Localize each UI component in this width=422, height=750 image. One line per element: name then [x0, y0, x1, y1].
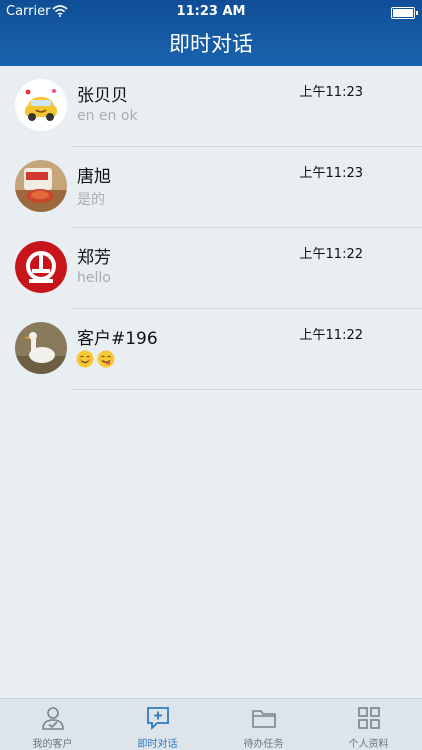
folder-icon	[252, 710, 276, 728]
message-preview: hello	[77, 270, 111, 286]
food-photo-avatar-icon	[15, 160, 67, 212]
contact-name: 客户#196	[77, 329, 158, 349]
contact-name: 唐旭	[77, 167, 111, 187]
goose-photo-avatar-icon	[15, 322, 67, 374]
avatar	[15, 241, 67, 293]
contact-name: 郑芳	[77, 248, 111, 268]
car-avatar-icon	[15, 79, 67, 131]
battery-icon	[391, 7, 418, 19]
top-bar: Carrier 11:23 AM 即时对话	[0, 0, 422, 66]
tab-bar: 我的客户 即时对话 待办任务 个人资料	[0, 698, 422, 750]
message-time: 上午11:23	[299, 166, 363, 181]
smiling-face-icon	[76, 350, 94, 368]
avatar	[15, 322, 67, 374]
status-time: 11:23 AM	[176, 4, 246, 19]
tab-instant-chat[interactable]: 即时对话	[105, 699, 210, 750]
page-title: 即时对话	[169, 32, 253, 56]
conversation-row[interactable]: 张贝贝 上午11:23 en en ok	[0, 66, 422, 147]
status-bar: Carrier 11:23 AM	[0, 3, 422, 21]
railway-logo-avatar-icon	[15, 241, 67, 293]
avatar	[15, 79, 67, 131]
message-preview: en en ok	[77, 108, 138, 124]
message-time: 上午11:22	[299, 328, 363, 343]
avatar	[15, 160, 67, 212]
tab-pending-tasks[interactable]: 待办任务	[211, 699, 316, 750]
message-preview: 是的	[77, 192, 105, 208]
conversation-list: 张贝贝 上午11:23 en en ok 唐旭 上午11:23 是的 郑芳 上午…	[0, 66, 422, 390]
person-check-icon	[42, 707, 64, 730]
chat-add-icon	[147, 707, 169, 731]
tab-label: 个人资料	[348, 739, 389, 750]
row-divider	[72, 389, 422, 390]
conversation-row[interactable]: 客户#196 上午11:22	[0, 309, 422, 390]
tab-label: 即时对话	[137, 739, 178, 750]
message-time: 上午11:22	[299, 247, 363, 262]
contact-name: 张贝贝	[77, 86, 128, 106]
message-time: 上午11:23	[299, 85, 363, 100]
tab-my-customers[interactable]: 我的客户	[0, 699, 105, 750]
conversation-row[interactable]: 郑芳 上午11:22 hello	[0, 228, 422, 309]
tab-profile[interactable]: 个人资料	[316, 699, 421, 750]
conversation-row[interactable]: 唐旭 上午11:23 是的	[0, 147, 422, 228]
yum-face-icon	[97, 350, 115, 368]
tab-label: 待办任务	[243, 739, 284, 750]
tab-label: 我的客户	[32, 739, 73, 750]
grid-icon	[358, 707, 380, 729]
